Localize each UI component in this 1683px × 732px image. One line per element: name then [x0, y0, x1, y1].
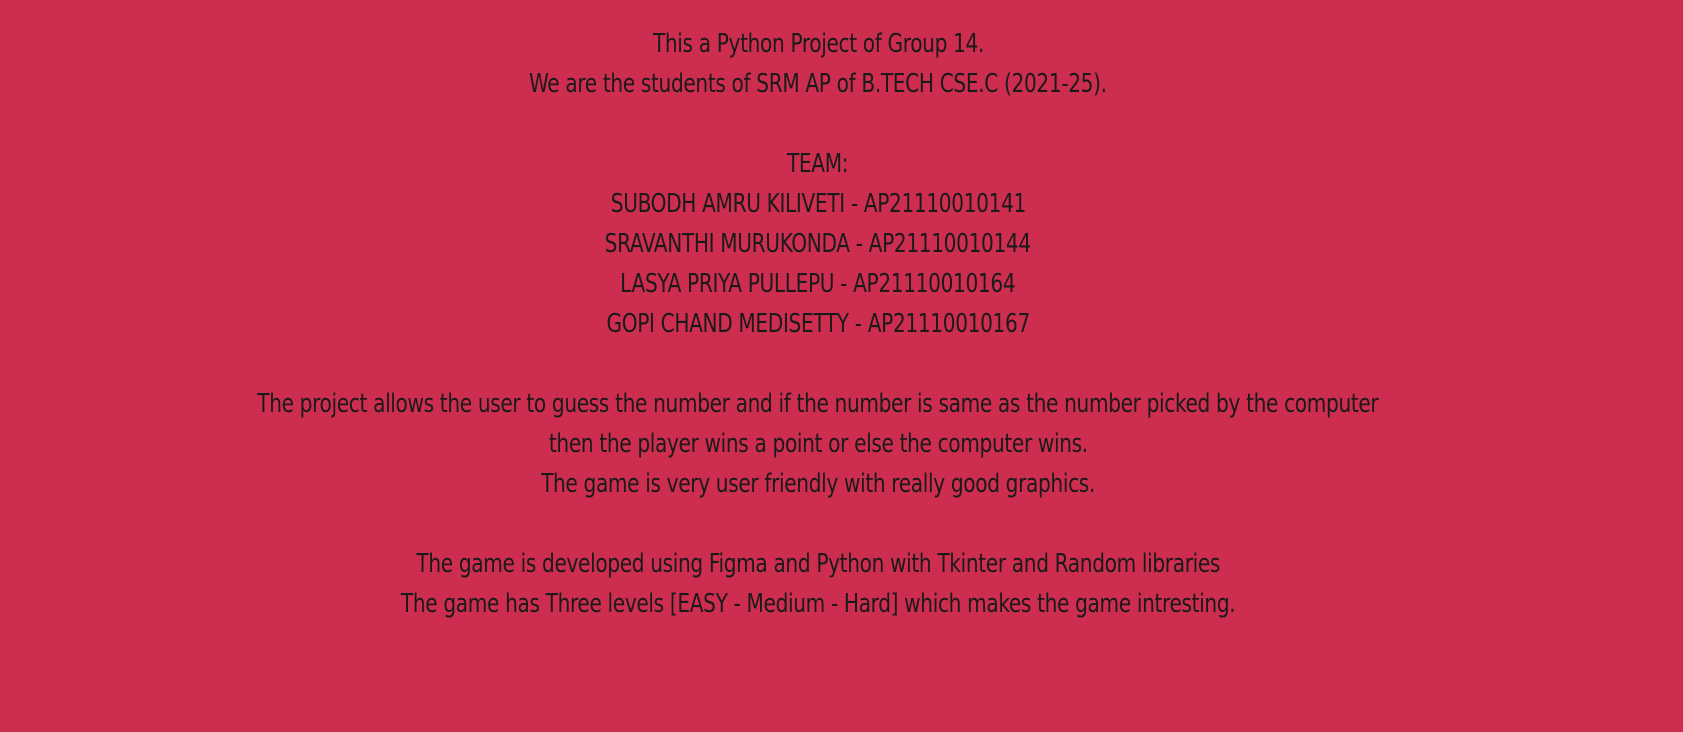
description-line-3: The game is very user friendly with real…: [0, 464, 1636, 504]
description-text-2: then the player wins a point or else the…: [548, 429, 1088, 459]
details-line-2: The game has Three levels [EASY - Medium…: [0, 584, 1636, 624]
intro-text-2: We are the students of SRM AP of B.TECH …: [529, 69, 1107, 99]
intro-line-2: We are the students of SRM AP of B.TECH …: [0, 64, 1636, 104]
details-text-1: The game is developed using Figma and Py…: [416, 549, 1220, 579]
description-text-1: The project allows the user to guess the…: [257, 389, 1379, 419]
team-member-2: SRAVANTHI MURUKONDA - AP21110010144: [0, 224, 1636, 264]
team-heading: TEAM:: [0, 144, 1636, 184]
team-member-text: LASYA PRIYA PULLEPU - AP21110010164: [620, 269, 1016, 299]
description-line-1: The project allows the user to guess the…: [0, 384, 1636, 424]
team-member-text: GOPI CHAND MEDISETTY - AP21110010167: [606, 309, 1030, 339]
about-text: This a Python Project of Group 14. We ar…: [0, 24, 1636, 624]
team-member-1: SUBODH AMRU KILIVETI - AP21110010141: [0, 184, 1636, 224]
description-line-2: then the player wins a point or else the…: [0, 424, 1636, 464]
team-member-text: SUBODH AMRU KILIVETI - AP21110010141: [610, 189, 1026, 219]
team-member-3: LASYA PRIYA PULLEPU - AP21110010164: [0, 264, 1636, 304]
team-member-text: SRAVANTHI MURUKONDA - AP21110010144: [604, 229, 1032, 259]
details-line-1: The game is developed using Figma and Py…: [0, 544, 1636, 584]
team-heading-text: TEAM:: [787, 149, 849, 179]
intro-text-1: This a Python Project of Group 14.: [652, 29, 984, 59]
description-text-3: The game is very user friendly with real…: [541, 469, 1095, 499]
team-member-4: GOPI CHAND MEDISETTY - AP21110010167: [0, 304, 1636, 344]
details-text-2: The game has Three levels [EASY - Medium…: [400, 589, 1236, 619]
intro-line-1: This a Python Project of Group 14.: [0, 24, 1636, 64]
about-window: This a Python Project of Group 14. We ar…: [0, 0, 1683, 732]
